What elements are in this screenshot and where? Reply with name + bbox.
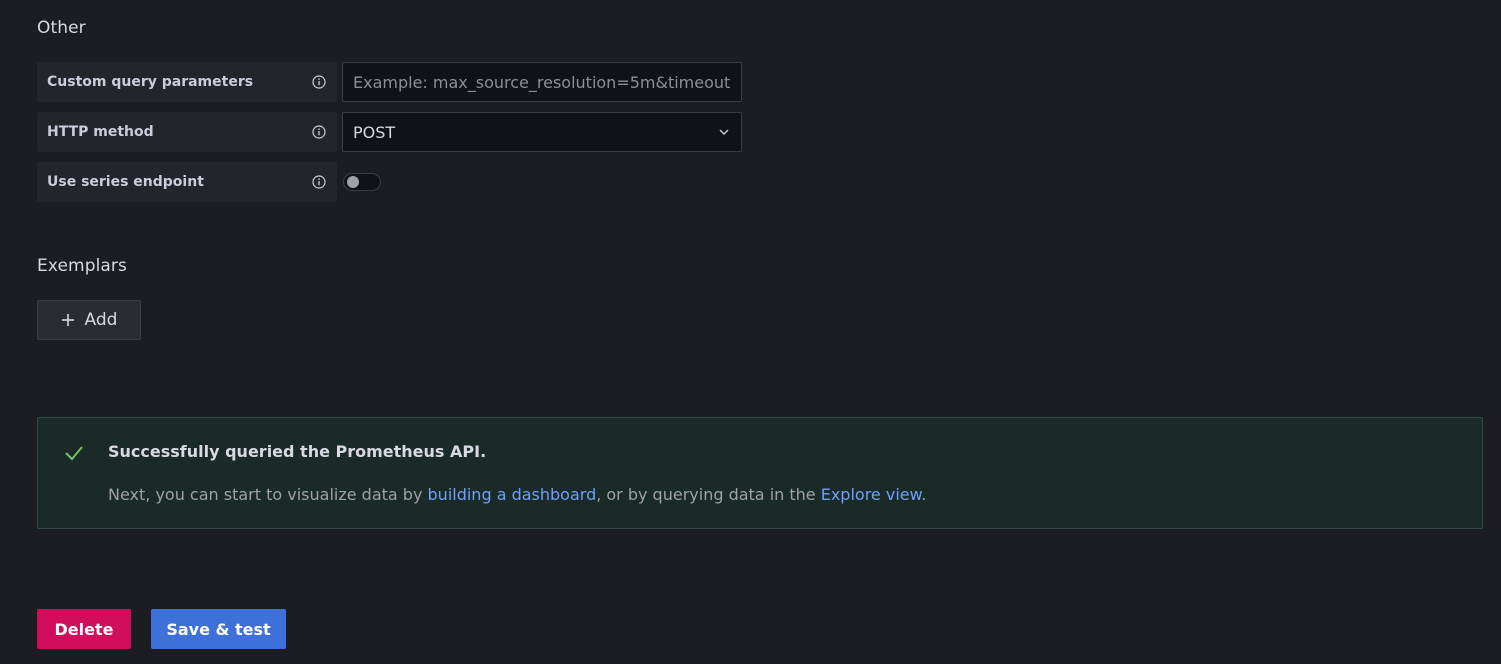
- http-method-label: HTTP method: [47, 124, 154, 140]
- add-exemplar-button[interactable]: Add: [37, 300, 141, 340]
- success-alert: Successfully queried the Prometheus API.…: [37, 417, 1483, 529]
- custom-query-label: Custom query parameters: [47, 74, 254, 90]
- chevron-down-icon: [719, 129, 729, 135]
- info-circle-icon[interactable]: [311, 174, 327, 190]
- http-method-value: POST: [353, 122, 396, 142]
- add-exemplar-label: Add: [84, 310, 118, 330]
- custom-query-row: Custom query parameters: [37, 62, 742, 102]
- series-endpoint-label: Use series endpoint: [47, 174, 204, 190]
- check-icon: [64, 443, 84, 463]
- http-method-select[interactable]: POST: [342, 112, 742, 152]
- series-endpoint-label-box: Use series endpoint: [37, 162, 337, 202]
- series-endpoint-toggle[interactable]: [343, 173, 381, 191]
- alert-title: Successfully queried the Prometheus API.: [108, 442, 487, 461]
- custom-query-input[interactable]: [342, 62, 742, 102]
- alert-body-prefix: Next, you can start to visualize data by: [108, 485, 428, 504]
- other-section-title: Other: [37, 18, 86, 38]
- http-method-row: HTTP method POST: [37, 112, 742, 152]
- plus-icon: [61, 313, 75, 327]
- delete-button[interactable]: Delete: [37, 609, 131, 649]
- explore-view-link[interactable]: Explore view: [821, 485, 922, 504]
- custom-query-label-box: Custom query parameters: [37, 62, 337, 102]
- alert-body-suffix: .: [921, 485, 927, 504]
- series-endpoint-row: Use series endpoint: [37, 162, 381, 202]
- building-dashboard-link[interactable]: building a dashboard: [428, 485, 597, 504]
- info-circle-icon[interactable]: [311, 74, 327, 90]
- toggle-knob: [347, 176, 359, 188]
- save-test-button[interactable]: Save & test: [151, 609, 286, 649]
- exemplars-section-title: Exemplars: [37, 256, 127, 276]
- http-method-label-box: HTTP method: [37, 112, 337, 152]
- info-circle-icon[interactable]: [311, 124, 327, 140]
- alert-body: Next, you can start to visualize data by…: [108, 485, 926, 504]
- alert-body-middle: , or by querying data in the: [596, 485, 821, 504]
